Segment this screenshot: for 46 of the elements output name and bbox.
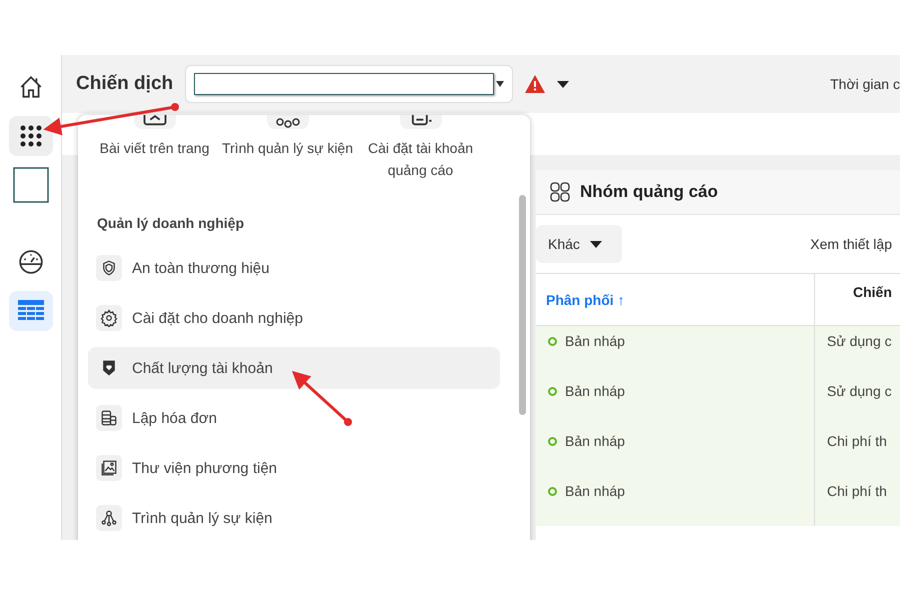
status-dot-icon xyxy=(548,387,557,396)
table-cell: Sử dụng c xyxy=(815,376,900,426)
table-cell: Sử dụng c xyxy=(815,326,900,376)
view-setup-link[interactable]: Xem thiết lập xyxy=(810,236,892,252)
menu-item[interactable]: Chất lượng tài khoản xyxy=(88,347,500,389)
shortcut-label[interactable]: Bài viết trên trang xyxy=(100,137,210,159)
table-cell: Bản nháp xyxy=(536,326,815,376)
menu-item[interactable]: Trình quản lý sự kiện xyxy=(88,497,500,539)
coins-icon xyxy=(100,409,118,427)
status-dot-icon xyxy=(548,337,557,346)
settings-icon xyxy=(100,309,118,327)
menu-item[interactable]: Thư viện phương tiện xyxy=(88,447,500,489)
annotation-arrow xyxy=(292,370,352,426)
section-heading: Quản lý doanh nghiệp xyxy=(97,215,245,231)
image-icon xyxy=(100,459,118,477)
menu-item[interactable]: Lập hóa đơn xyxy=(88,397,500,439)
scrollbar[interactable] xyxy=(519,195,526,415)
table-cell: Chi phí th xyxy=(815,426,900,476)
table-cell: Bản nháp xyxy=(536,426,815,476)
time-label: Thời gian c xyxy=(830,76,900,92)
caret-icon xyxy=(496,81,504,87)
nodes-icon xyxy=(100,509,118,527)
caret-icon[interactable] xyxy=(557,80,570,88)
table-cell: Chi phí th xyxy=(815,476,900,526)
shortcut-label[interactable]: Trình quản lý sự kiện xyxy=(222,137,354,159)
gauge-icon xyxy=(18,249,44,275)
square-icon xyxy=(12,167,48,203)
page-title: Chiến dịch xyxy=(76,73,174,95)
status-dot-icon xyxy=(548,437,557,446)
apps-grid-icon xyxy=(20,125,42,147)
card-title: Nhóm quảng cáo xyxy=(580,182,718,202)
shortcut-label[interactable]: Cài đặt tài khoản quảng cáo xyxy=(354,137,487,181)
status-dot-icon xyxy=(548,487,557,496)
more-button[interactable]: Khác xyxy=(536,225,622,263)
shield-heart-icon xyxy=(100,359,118,377)
menu-item[interactable]: An toàn thương hiệu xyxy=(88,247,500,289)
grid-icon xyxy=(550,182,570,202)
campaign-select-field[interactable] xyxy=(185,65,514,103)
table-icon xyxy=(18,300,44,322)
warning-icon[interactable] xyxy=(525,75,546,93)
shield-icon xyxy=(100,259,118,277)
menu-item[interactable]: Cài đặt cho doanh nghiệp xyxy=(88,297,500,339)
caret-icon xyxy=(590,240,602,248)
table-cell: Bản nháp xyxy=(536,376,815,426)
table-cell: Bản nháp xyxy=(536,476,815,526)
sidebar-button[interactable] xyxy=(8,116,52,156)
